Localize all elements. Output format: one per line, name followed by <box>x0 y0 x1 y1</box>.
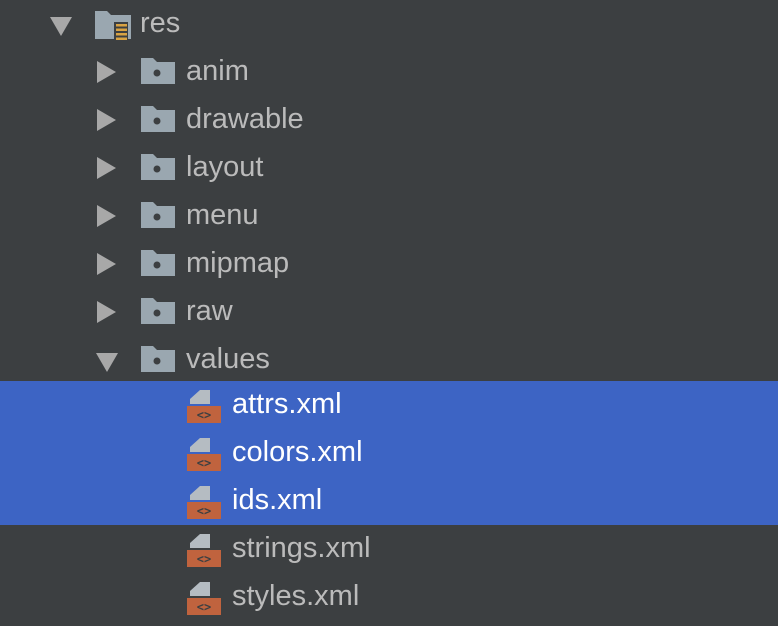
tree-node-label: drawable <box>186 103 304 135</box>
folder-icon <box>140 248 176 286</box>
tree-node-label: ids.xml <box>232 484 323 516</box>
tree-node-label: menu <box>186 199 259 231</box>
xml-file-icon: <> <box>186 581 224 625</box>
tree-node-colors-xml[interactable]: <> colors.xml <box>0 429 778 477</box>
tree-node-label: mipmap <box>186 247 290 279</box>
tree-node-label: values <box>186 343 270 375</box>
tree-node-label: res <box>140 7 181 39</box>
folder-icon <box>140 104 176 142</box>
tree-node-res[interactable]: res <box>0 0 778 48</box>
tree-node-mipmap[interactable]: mipmap <box>0 240 778 288</box>
folder-icon <box>140 200 176 238</box>
svg-text:<>: <> <box>197 456 211 470</box>
tree-node-label: anim <box>186 55 249 87</box>
tree-node-label: attrs.xml <box>232 388 342 420</box>
svg-text:<>: <> <box>197 552 211 566</box>
tree-node-label: layout <box>186 151 264 183</box>
chevron-right-icon[interactable] <box>97 205 116 227</box>
chevron-right-icon[interactable] <box>97 157 116 179</box>
chevron-right-icon[interactable] <box>97 61 116 83</box>
tree-node-ids-xml[interactable]: <> ids.xml <box>0 477 778 525</box>
tree-node-label: colors.xml <box>232 436 363 468</box>
svg-text:<>: <> <box>197 408 211 422</box>
tree-node-values[interactable]: values <box>0 336 778 384</box>
folder-icon <box>140 152 176 190</box>
tree-node-attrs-xml[interactable]: <> attrs.xml <box>0 381 778 429</box>
resource-folder-icon <box>94 8 134 50</box>
xml-file-icon: <> <box>186 437 224 481</box>
chevron-right-icon[interactable] <box>97 301 116 323</box>
tree-node-strings-xml[interactable]: <> strings.xml <box>0 525 778 573</box>
chevron-down-icon[interactable] <box>50 17 72 36</box>
tree-node-label: raw <box>186 295 233 327</box>
folder-icon <box>140 56 176 94</box>
tree-node-label: strings.xml <box>232 532 371 564</box>
folder-icon <box>140 344 176 382</box>
tree-node-layout[interactable]: layout <box>0 144 778 192</box>
chevron-right-icon[interactable] <box>97 253 116 275</box>
tree-node-drawable[interactable]: drawable <box>0 96 778 144</box>
svg-text:<>: <> <box>197 600 211 614</box>
xml-file-icon: <> <box>186 533 224 577</box>
tree-node-styles-xml[interactable]: <> styles.xml <box>0 573 778 621</box>
xml-file-icon: <> <box>186 485 224 529</box>
tree-node-anim[interactable]: anim <box>0 48 778 96</box>
tree-node-raw[interactable]: raw <box>0 288 778 336</box>
xml-file-icon: <> <box>186 389 224 433</box>
chevron-down-icon[interactable] <box>96 353 118 372</box>
svg-text:<>: <> <box>197 504 211 518</box>
tree-node-label: styles.xml <box>232 580 360 612</box>
chevron-right-icon[interactable] <box>97 109 116 131</box>
tree-node-menu[interactable]: menu <box>0 192 778 240</box>
folder-icon <box>140 296 176 334</box>
project-tree: res anim drawable layout menu mipmap raw… <box>0 0 778 626</box>
